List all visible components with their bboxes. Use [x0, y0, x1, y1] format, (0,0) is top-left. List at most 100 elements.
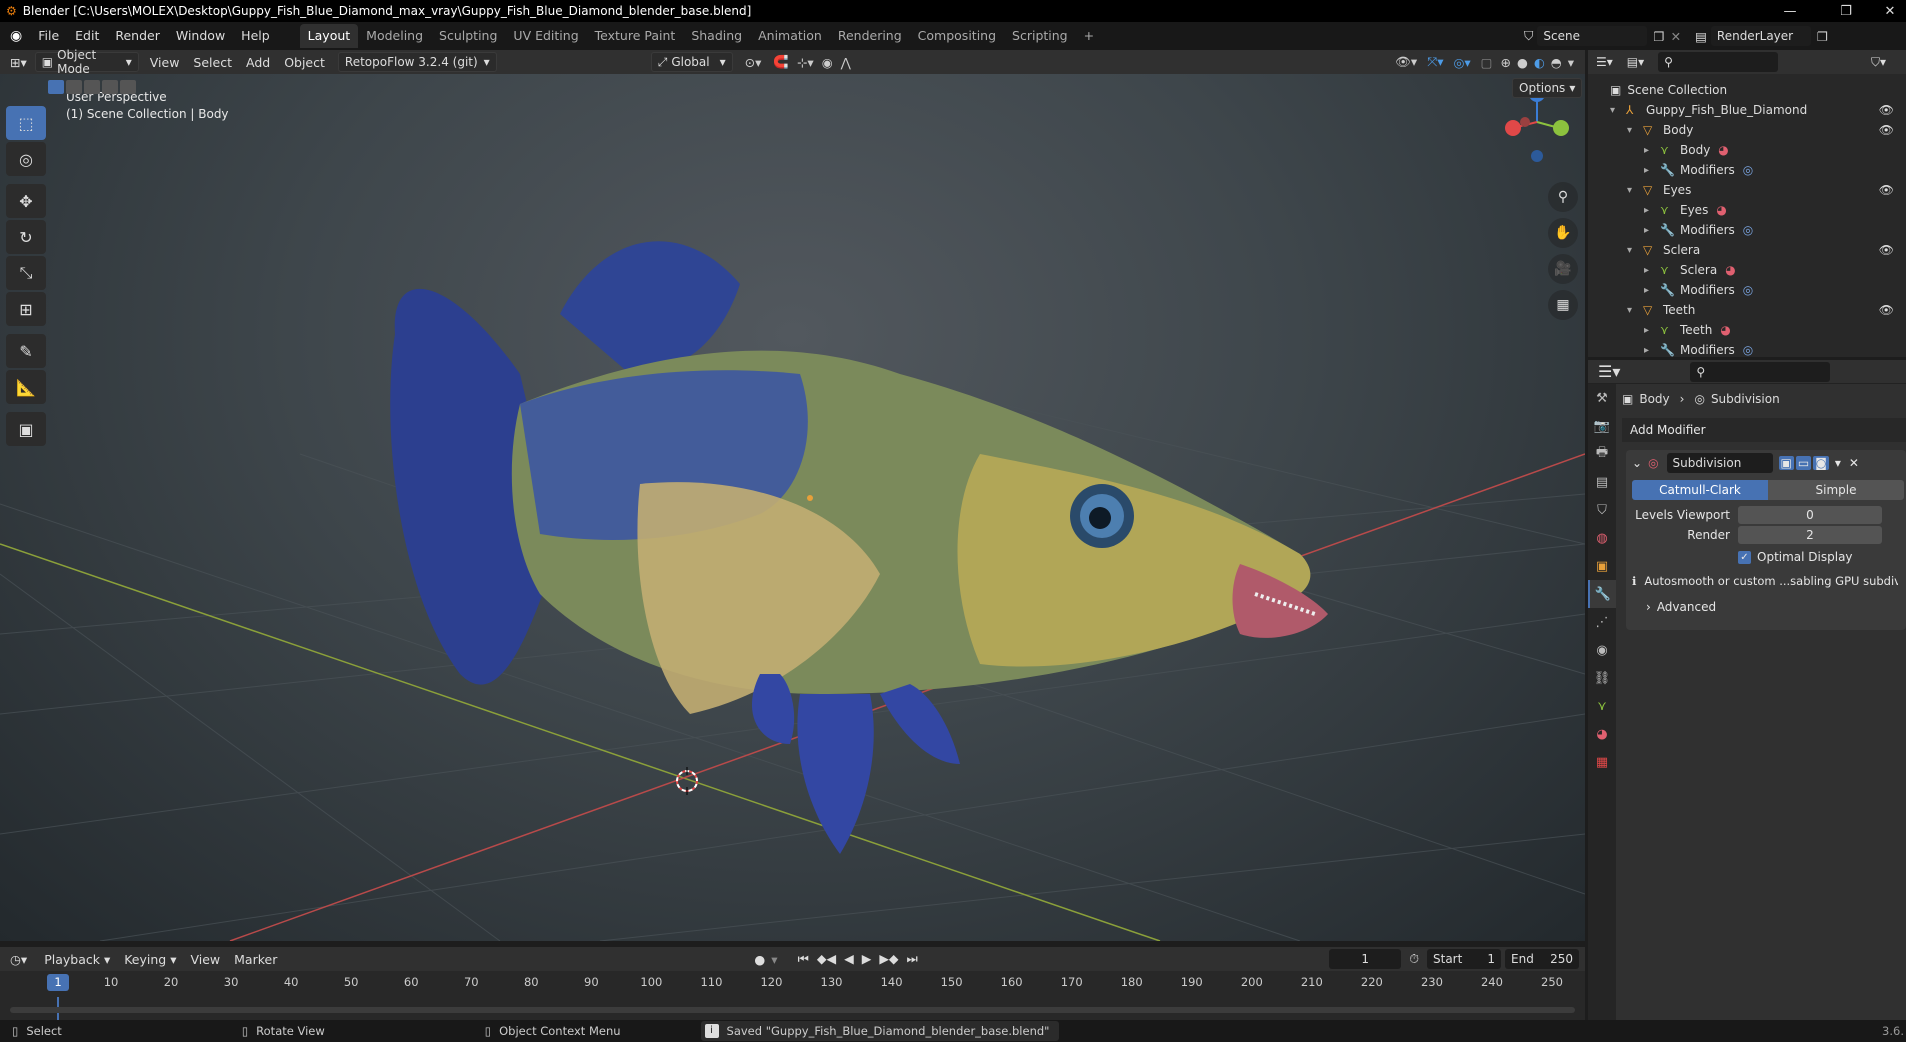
outliner-row[interactable]: ▾ ⅄ Guppy_Fish_Blue_Diamond 👁 — [1588, 100, 1906, 120]
subdivision-modifier-icon[interactable]: ◎ — [1743, 283, 1753, 297]
playhead[interactable]: 1 — [47, 974, 69, 991]
menu-edit[interactable]: Edit — [67, 25, 107, 47]
scene-tab-icon[interactable]: ⛉ — [1588, 496, 1616, 524]
display-mode-icon[interactable]: ▤▾ — [1627, 55, 1644, 69]
timeline-menu-keying[interactable]: Keying ▾ — [117, 952, 183, 967]
menu-window[interactable]: Window — [168, 25, 233, 47]
select-new-icon[interactable] — [48, 80, 64, 94]
levels-viewport-field[interactable]: 0 — [1738, 506, 1882, 524]
properties-search-input[interactable]: ⚲ — [1690, 361, 1831, 382]
wireframe-shading-icon[interactable]: ⊕ — [1500, 55, 1510, 70]
collapse-chevron-icon[interactable]: ⌄ — [1632, 456, 1642, 470]
jump-start-icon[interactable]: ⏮ — [798, 951, 809, 967]
modifier-tab-icon[interactable]: 🔧 — [1588, 580, 1616, 608]
render-levels-field[interactable]: 2 — [1738, 526, 1882, 544]
transform-tool-icon[interactable]: ⊞ — [6, 292, 46, 326]
workspace-tab-shading[interactable]: Shading — [683, 24, 750, 48]
outliner-row[interactable]: ▾ ▽ Body 👁 — [1588, 120, 1906, 140]
keying-set-icon[interactable]: ▾ — [771, 952, 777, 967]
outliner-search-input[interactable]: ⚲ — [1658, 52, 1779, 72]
select-subtract-icon[interactable] — [84, 80, 100, 94]
play-reverse-icon[interactable]: ◀ — [844, 951, 854, 967]
world-tab-icon[interactable]: ◍ — [1588, 524, 1616, 552]
falloff-icon[interactable]: ⋀ — [841, 55, 851, 70]
simple-button[interactable]: Simple — [1768, 480, 1904, 500]
render-layer-selector[interactable]: RenderLayer — [1710, 26, 1811, 46]
outliner-row[interactable]: ▸ 🔧 Modifiers ◎ — [1588, 280, 1906, 300]
workspace-tab-rendering[interactable]: Rendering — [830, 24, 910, 48]
new-scene-icon[interactable]: ❐ — [1653, 29, 1664, 44]
viewport-menu-add[interactable]: Add — [239, 55, 277, 70]
visibility-eye-icon[interactable]: 👁 — [1879, 243, 1894, 257]
workspace-tab-compositing[interactable]: Compositing — [910, 24, 1004, 48]
viewport-toggle-icon[interactable]: ▭ — [1795, 456, 1812, 470]
end-frame-field[interactable]: End 250 — [1505, 949, 1579, 969]
camera-view-icon[interactable]: 🎥 — [1548, 254, 1578, 284]
collapse-chevron-icon[interactable]: ▾ — [1627, 125, 1641, 136]
chevron-down-icon[interactable]: ▾ — [1835, 456, 1841, 470]
expand-chevron-icon[interactable]: ▸ — [1644, 265, 1658, 276]
timeline-menu-playback[interactable]: Playback ▾ — [37, 952, 117, 967]
viewport-menu-object[interactable]: Object — [277, 55, 332, 70]
cursor-tool-icon[interactable]: ◎ — [6, 142, 46, 176]
expand-chevron-icon[interactable]: ▸ — [1644, 285, 1658, 296]
close-icon[interactable]: ✕ — [1849, 456, 1859, 470]
expand-chevron-icon[interactable]: ▸ — [1644, 165, 1658, 176]
timeline-menu-marker[interactable]: Marker — [227, 952, 284, 967]
workspace-tab-scripting[interactable]: Scripting — [1004, 24, 1076, 48]
retopoflow-menu[interactable]: RetopoFlow 3.2.4 (git) ▾ — [337, 52, 497, 72]
edit-mode-toggle-icon[interactable]: ▣ — [1778, 456, 1794, 470]
render-tab-icon[interactable]: 📷 — [1588, 412, 1616, 440]
measure-tool-icon[interactable]: 📐 — [6, 370, 46, 404]
start-frame-field[interactable]: Start 1 — [1427, 949, 1501, 969]
menu-render[interactable]: Render — [107, 25, 168, 47]
material-icon[interactable]: ◕ — [1716, 203, 1726, 217]
particles-tab-icon[interactable]: ⋰ — [1588, 608, 1616, 636]
overlay-toggle-icon[interactable]: ◎▾ — [1453, 55, 1470, 70]
minimize-button[interactable]: — — [1770, 0, 1810, 22]
subdivision-modifier-icon[interactable]: ◎ — [1743, 343, 1753, 357]
render-toggle-icon[interactable]: ◙ — [1813, 456, 1829, 470]
pan-hand-icon[interactable]: ✋ — [1548, 218, 1578, 248]
expand-chevron-icon[interactable]: ▸ — [1644, 325, 1658, 336]
advanced-subpanel[interactable]: › Advanced — [1646, 600, 1906, 614]
expand-chevron-icon[interactable]: ▸ — [1644, 225, 1658, 236]
object-tab-icon[interactable]: ▣ — [1588, 552, 1616, 580]
catmull-clark-button[interactable]: Catmull-Clark — [1632, 480, 1768, 500]
outliner-root[interactable]: ▣ Scene Collection — [1588, 80, 1906, 100]
snap-icon[interactable]: 🧲 — [773, 54, 789, 70]
auto-keying-icon[interactable]: ● — [754, 952, 765, 967]
physics-tab-icon[interactable]: ◉ — [1588, 636, 1616, 664]
subdivision-modifier-icon[interactable]: ◎ — [1743, 223, 1753, 237]
outliner-row[interactable]: ▸ 🔧 Modifiers ◎ — [1588, 220, 1906, 240]
options-button[interactable]: Options ▾ — [1512, 78, 1583, 98]
timeline-editor-icon[interactable]: ◷▾ — [0, 952, 37, 967]
delete-scene-icon[interactable]: ✕ — [1671, 29, 1681, 44]
pivot-point-icon[interactable]: ⊙▾ — [745, 55, 762, 70]
zoom-icon[interactable]: ⚲ — [1548, 182, 1578, 212]
prev-keyframe-icon[interactable]: ◆◀ — [817, 951, 836, 967]
blender-menu-icon[interactable]: ◉ — [0, 28, 30, 44]
restore-button[interactable]: ❐ — [1826, 0, 1866, 22]
collapse-chevron-icon[interactable]: ▾ — [1627, 185, 1641, 196]
proportional-edit-icon[interactable]: ◉ — [822, 55, 833, 70]
subdivision-modifier-icon[interactable]: ◎ — [1743, 163, 1753, 177]
outliner-row[interactable]: ▸ 🔧 Modifiers ◎ — [1588, 160, 1906, 180]
visibility-eye-icon[interactable]: 👁 — [1879, 123, 1894, 137]
add-cube-tool-icon[interactable]: ▣ — [6, 412, 46, 446]
workspace-tab-uv-editing[interactable]: UV Editing — [505, 24, 586, 48]
annotate-tool-icon[interactable]: ✎ — [6, 334, 46, 368]
expand-chevron-icon[interactable]: ▸ — [1644, 345, 1658, 356]
properties-editor-icon[interactable]: ☰▾ — [1598, 362, 1620, 381]
material-icon[interactable]: ◕ — [1718, 143, 1728, 157]
snap-target-icon[interactable]: ⊹▾ — [797, 55, 814, 70]
rotate-tool-icon[interactable]: ↻ — [6, 220, 46, 254]
viewport-menu-view[interactable]: View — [143, 55, 187, 70]
outliner-row[interactable]: ▸ ⋎ Sclera ◕ — [1588, 260, 1906, 280]
workspace-tab-modeling[interactable]: Modeling — [358, 24, 431, 48]
material-icon[interactable]: ◕ — [1725, 263, 1735, 277]
viewport-menu-select[interactable]: Select — [186, 55, 239, 70]
gizmo-toggle-icon[interactable]: ⤧▾ — [1427, 54, 1443, 70]
select-intersect-icon[interactable] — [120, 80, 136, 94]
visibility-eye-icon[interactable]: 👁 — [1879, 303, 1894, 317]
